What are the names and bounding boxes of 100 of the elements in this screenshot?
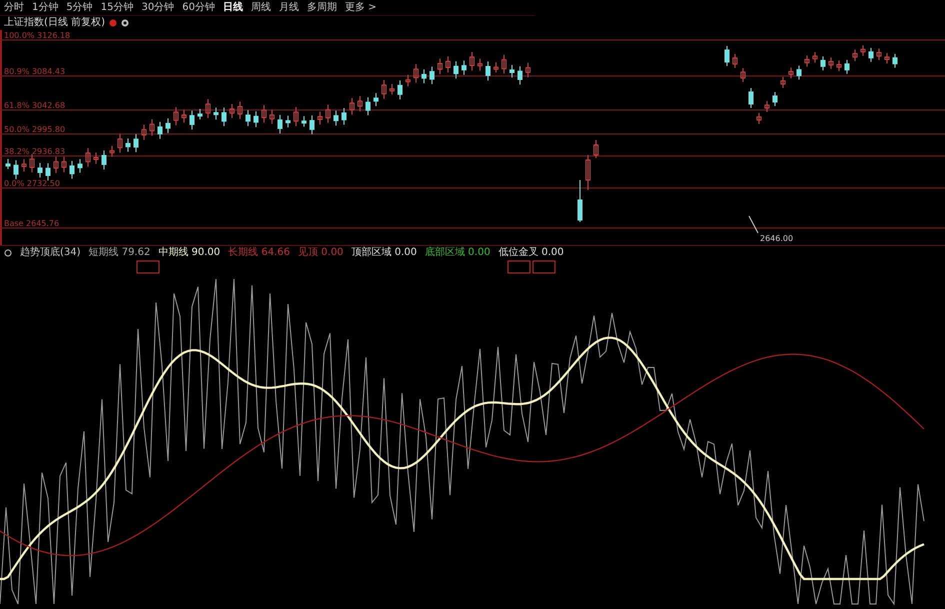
candlestick [772, 92, 778, 106]
candlestick [756, 112, 762, 124]
candlestick [254, 110, 258, 128]
candlestick [740, 68, 746, 82]
level-label: 61.8% 3042.68 [4, 101, 66, 110]
candlestick [804, 54, 810, 68]
candlestick [578, 180, 582, 222]
timeframe-tab[interactable]: 15分钟 [96, 0, 138, 14]
candlestick [198, 108, 202, 120]
legend-item: 见顶 0.00 [298, 246, 344, 260]
candlestick [390, 83, 394, 96]
candlestick [398, 80, 402, 100]
candlestick [510, 64, 514, 78]
candlestick [222, 107, 226, 127]
candlestick [478, 58, 482, 72]
candlestick [326, 104, 330, 124]
candlestick [134, 134, 138, 153]
candlestick [262, 104, 266, 124]
timeframe-tab[interactable]: 更多 > [340, 0, 381, 14]
level-label: 50.0% 2995.80 [4, 125, 66, 134]
timeframe-tab[interactable]: 月线 [274, 0, 303, 14]
candlestick [526, 62, 530, 78]
candlestick [406, 74, 410, 87]
candlestick [732, 53, 738, 68]
candlestick [126, 138, 130, 152]
candlestick [724, 46, 730, 66]
legend-item: 中期线 90.00 [158, 246, 220, 260]
candlestick [350, 98, 354, 116]
candlestick [374, 92, 378, 107]
candlestick [86, 148, 90, 168]
candlestick [238, 101, 242, 120]
candlestick [62, 156, 66, 173]
candlestick [230, 104, 234, 119]
timeframe-tab[interactable]: 多周期 [302, 0, 341, 14]
timeframe-tab[interactable]: 1分钟 [28, 0, 62, 14]
candlestick [166, 118, 170, 134]
timeframe-tab[interactable]: 周线 [246, 0, 275, 14]
candlestick [860, 44, 866, 56]
candlestick [382, 80, 386, 100]
signal-marker [508, 260, 530, 274]
legend-item: 顶部区域 0.00 [351, 246, 417, 260]
candlestick [118, 133, 122, 154]
candlestick [748, 88, 754, 108]
low-price-label: 2646.00 [760, 234, 794, 243]
candlestick [594, 140, 598, 158]
legend-item: 长期线 64.66 [228, 246, 290, 260]
candlestick [150, 118, 154, 136]
candlestick [342, 107, 346, 126]
candlestick [294, 106, 298, 127]
candlestick [494, 62, 498, 73]
candlestick [142, 124, 146, 140]
indicator-icon[interactable] [4, 248, 12, 256]
marker-icon[interactable] [108, 19, 117, 27]
candlestick [518, 66, 522, 85]
candlestick [884, 52, 890, 64]
candlestick [836, 60, 842, 72]
candlestick [868, 47, 874, 62]
timeframe-tab[interactable]: 30分钟 [137, 0, 178, 14]
settings-icon[interactable] [120, 19, 129, 27]
candlestick [286, 115, 290, 128]
candlestick [46, 162, 50, 181]
candlestick [102, 150, 106, 170]
candlestick [788, 67, 794, 79]
candlestick [876, 48, 882, 61]
candlestick [446, 56, 450, 73]
candlestick [174, 106, 178, 126]
timeframe-tab[interactable]: 分时 [0, 0, 28, 14]
timeframe-tab[interactable]: 5分钟 [62, 0, 97, 14]
candlestick [462, 60, 466, 76]
candlestick [820, 56, 826, 71]
candlestick [270, 109, 274, 124]
candlestick [70, 160, 74, 180]
legend-item: 趋势顶底(34) [20, 246, 81, 260]
timeframe-tab[interactable]: 60分钟 [178, 0, 219, 14]
candlestick [206, 98, 210, 119]
candlestick [502, 54, 506, 74]
chart-title: 上证指数(日线 前复权) [4, 16, 105, 30]
level-label: 80.9% 3084.43 [4, 67, 66, 76]
candlestick [94, 152, 98, 164]
candlestick [278, 114, 282, 134]
candlestick [158, 121, 162, 140]
legend-item: 底部区域 0.00 [424, 246, 490, 260]
candlestick [54, 156, 58, 174]
level-label: 38.2% 2936.83 [4, 147, 66, 156]
candlestick [14, 160, 18, 180]
signal-marker [136, 260, 160, 274]
candlestick [358, 96, 362, 112]
candlestick [764, 100, 770, 112]
candlestick [38, 162, 42, 178]
candlestick [110, 145, 114, 158]
candlestick [6, 158, 10, 170]
level-label: 0.0% 2732.50 [4, 179, 60, 188]
candlestick [182, 110, 186, 124]
candlestick [586, 154, 590, 190]
timeframe-tab[interactable]: 日线 [218, 0, 247, 14]
legend-item: 低位金叉 0.00 [498, 246, 564, 260]
candlestick [302, 116, 306, 128]
leader-line [748, 216, 758, 234]
candlestick [422, 68, 426, 84]
level-label: Base 2645.76 [4, 219, 60, 228]
